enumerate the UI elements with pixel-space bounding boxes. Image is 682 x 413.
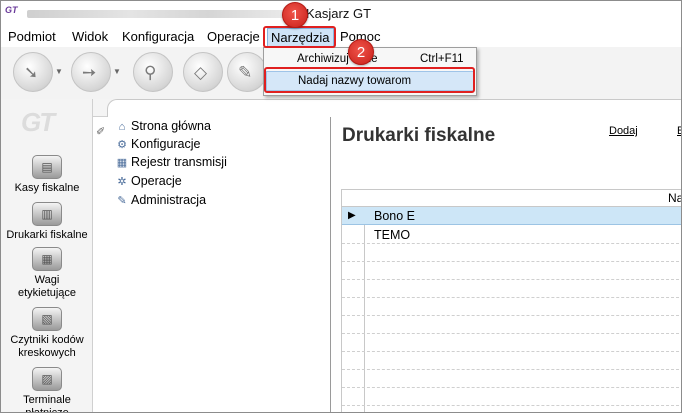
page-title: Drukarki fiskalne	[342, 125, 496, 146]
navigation-tree: ✐ ⌂ Strona główna ⚙ Konfiguracje ▦ Rejestr …	[93, 117, 331, 412]
operations-icon: ✲	[117, 176, 127, 188]
menu-item-shortcut: Ctrl+F11	[420, 53, 464, 65]
fiscal-printer-icon: ▥	[32, 202, 62, 226]
sidebar-item-label: Drukarki fiskalne	[6, 229, 88, 241]
app-window: GT Kasjarz GT Podmiot Widok Konfiguracja…	[0, 0, 682, 413]
highlight-menu-item	[264, 67, 475, 93]
toolbar-back-button[interactable]: ➘	[13, 52, 53, 92]
content-frame-edge	[107, 99, 681, 119]
toolbar-tools-button[interactable]: ✎	[227, 52, 267, 92]
gt-watermark-logo: GT	[21, 107, 55, 137]
table-row-empty	[342, 334, 681, 352]
content-area: ✐ ⌂ Strona główna ⚙ Konfiguracje ▦ Rejestr …	[93, 99, 681, 412]
toolbar-forward-button[interactable]: ➙	[71, 52, 111, 92]
add-link[interactable]: Dodaj	[609, 125, 638, 137]
toolbar-eraser-button[interactable]: ◇	[183, 52, 223, 92]
admin-icon: ✎	[117, 195, 127, 207]
title-bar: GT Kasjarz GT	[1, 1, 681, 25]
menu-operacje[interactable]: Operacje	[204, 28, 263, 45]
table-row[interactable]: TEMO	[342, 226, 681, 244]
blurred-title	[27, 10, 285, 18]
column-header-name[interactable]: Na	[668, 191, 681, 205]
row-pointer-icon: ▶	[348, 210, 356, 221]
printers-grid: Na ▶ Bono E TEMO	[341, 189, 681, 412]
barcode-scanner-icon: ▧	[32, 307, 62, 331]
row-name: Bono E	[374, 209, 416, 223]
app-logo-icon: GT	[5, 5, 18, 15]
sidebar-item-label: Czytniki kodów kreskowych	[10, 334, 84, 359]
grid-header: Na	[342, 190, 681, 207]
table-row-empty	[342, 352, 681, 370]
table-row-empty	[342, 316, 681, 334]
table-row-empty	[342, 388, 681, 406]
device-sidebar: GT ▤ Kasy fiskalne ▥ Drukarki fiskalne ▦…	[1, 99, 93, 413]
sidebar-item-label: Terminale płatnicze	[23, 394, 71, 413]
sidebar-item-cash-registers[interactable]: ▤ Kasy fiskalne	[1, 155, 93, 195]
edit-link[interactable]: E	[677, 125, 681, 137]
tree-item-configurations[interactable]: ⚙ Konfiguracje	[115, 137, 200, 151]
window-title: Kasjarz GT	[306, 6, 372, 21]
tree-item-transmission-log[interactable]: ▦ Rejestr transmisji	[115, 155, 227, 169]
table-row-empty	[342, 370, 681, 388]
tree-item-operations[interactable]: ✲ Operacje	[115, 174, 181, 188]
table-row-empty	[342, 262, 681, 280]
menu-konfiguracja[interactable]: Konfiguracja	[119, 28, 197, 45]
menu-podmiot[interactable]: Podmiot	[5, 28, 59, 45]
back-arrow-icon: ➘	[24, 63, 39, 82]
table-row[interactable]: ▶ Bono E	[342, 207, 681, 225]
register-icon: ▦	[116, 157, 128, 169]
home-icon: ⌂	[118, 121, 126, 133]
table-row-empty	[342, 244, 681, 262]
config-icon: ⚙	[117, 139, 127, 151]
cash-register-icon: ▤	[32, 155, 62, 179]
toolbar-stamp-button[interactable]: ⚲	[133, 52, 173, 92]
payment-terminal-icon: ▨	[32, 367, 62, 391]
sidebar-item-label: Wagi etykietujące	[17, 274, 77, 299]
label-scale-icon: ▦	[32, 247, 62, 271]
table-row-empty	[342, 298, 681, 316]
stamp-icon: ⚲	[144, 63, 157, 82]
eraser-icon: ◇	[194, 63, 208, 82]
row-name: TEMO	[374, 228, 411, 242]
forward-arrow-icon: ➙	[82, 63, 97, 82]
chevron-down-icon[interactable]: ▼	[113, 67, 121, 76]
tools-icon: ✎	[238, 63, 253, 82]
highlight-menu-narzedzia	[263, 26, 336, 48]
chevron-down-icon[interactable]: ▼	[55, 67, 63, 76]
sidebar-item-label: Kasy fiskalne	[14, 182, 80, 194]
menu-bar: Podmiot Widok Konfiguracja Operacje Narz…	[1, 25, 681, 47]
sidebar-item-fiscal-printers[interactable]: ▥ Drukarki fiskalne	[1, 202, 93, 242]
table-row-empty	[342, 280, 681, 298]
sidebar-item-barcode-readers[interactable]: ▧ Czytniki kodów kreskowych	[1, 307, 93, 360]
menu-widok[interactable]: Widok	[69, 28, 111, 45]
pin-icon[interactable]: ✐	[96, 125, 105, 138]
tree-item-administration[interactable]: ✎ Administracja	[115, 193, 206, 207]
step-badge-2: 2	[348, 39, 374, 65]
detail-panel: Drukarki fiskalne Dodaj E Na ▶ Bono E TE…	[332, 117, 681, 412]
sidebar-item-payment-terminals[interactable]: ▨ Terminale płatnicze	[1, 367, 93, 413]
step-badge-1: 1	[282, 2, 308, 28]
sidebar-item-label-scales[interactable]: ▦ Wagi etykietujące	[1, 247, 93, 300]
tree-item-home[interactable]: ⌂ Strona główna	[115, 119, 211, 133]
